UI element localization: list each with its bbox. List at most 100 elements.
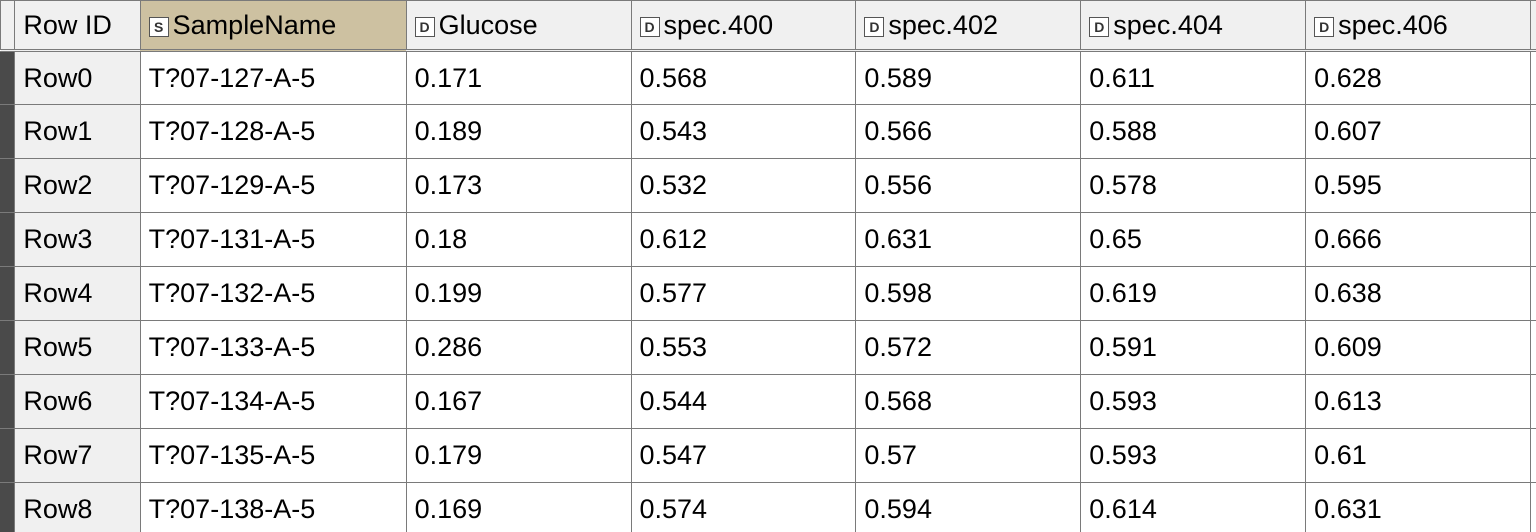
cell-spec400[interactable]: 0.553 — [631, 321, 856, 375]
cell-spec406[interactable]: 0.61 — [1306, 429, 1531, 483]
row-selector[interactable] — [1, 267, 15, 321]
cell-text: 0.588 — [1089, 116, 1157, 146]
cell-next[interactable]: 0 — [1531, 213, 1536, 267]
cell-samplename[interactable]: T?07-131-A-5 — [140, 213, 406, 267]
cell-spec406[interactable]: 0.595 — [1306, 159, 1531, 213]
cell-rowid[interactable]: Row8 — [15, 483, 140, 532]
cell-glucose[interactable]: 0.179 — [406, 429, 631, 483]
cell-glucose[interactable]: 0.189 — [406, 105, 631, 159]
cell-spec402[interactable]: 0.631 — [856, 213, 1081, 267]
cell-samplename[interactable]: T?07-127-A-5 — [140, 51, 406, 105]
column-header-glucose[interactable]: DGlucose — [406, 1, 631, 51]
cell-spec404[interactable]: 0.588 — [1081, 105, 1306, 159]
column-header-spec404[interactable]: Dspec.404 — [1081, 1, 1306, 51]
column-header-spec402[interactable]: Dspec.402 — [856, 1, 1081, 51]
table-row[interactable]: Row5T?07-133-A-50.2860.5530.5720.5910.60… — [1, 321, 1536, 375]
cell-samplename[interactable]: T?07-138-A-5 — [140, 483, 406, 532]
cell-samplename[interactable]: T?07-134-A-5 — [140, 375, 406, 429]
cell-spec402[interactable]: 0.572 — [856, 321, 1081, 375]
cell-glucose[interactable]: 0.18 — [406, 213, 631, 267]
cell-spec404[interactable]: 0.614 — [1081, 483, 1306, 532]
cell-next[interactable]: 0 — [1531, 105, 1536, 159]
cell-next[interactable]: 0 — [1531, 321, 1536, 375]
cell-spec404[interactable]: 0.593 — [1081, 375, 1306, 429]
cell-spec406[interactable]: 0.613 — [1306, 375, 1531, 429]
cell-spec404[interactable]: 0.611 — [1081, 51, 1306, 105]
cell-spec404[interactable]: 0.593 — [1081, 429, 1306, 483]
cell-spec402[interactable]: 0.57 — [856, 429, 1081, 483]
cell-spec406[interactable]: 0.638 — [1306, 267, 1531, 321]
cell-samplename[interactable]: T?07-132-A-5 — [140, 267, 406, 321]
cell-rowid[interactable]: Row7 — [15, 429, 140, 483]
cell-samplename[interactable]: T?07-129-A-5 — [140, 159, 406, 213]
column-header-rowid[interactable]: Row ID — [15, 1, 140, 51]
cell-samplename[interactable]: T?07-128-A-5 — [140, 105, 406, 159]
cell-next[interactable]: 0 — [1531, 159, 1536, 213]
column-header-spec400[interactable]: Dspec.400 — [631, 1, 856, 51]
row-selector[interactable] — [1, 321, 15, 375]
cell-spec402[interactable]: 0.598 — [856, 267, 1081, 321]
cell-rowid[interactable]: Row4 — [15, 267, 140, 321]
cell-spec400[interactable]: 0.532 — [631, 159, 856, 213]
cell-spec402[interactable]: 0.556 — [856, 159, 1081, 213]
cell-spec400[interactable]: 0.577 — [631, 267, 856, 321]
cell-spec402[interactable]: 0.589 — [856, 51, 1081, 105]
row-selector[interactable] — [1, 51, 15, 105]
column-header-spec406[interactable]: Dspec.406 — [1306, 1, 1531, 51]
cell-spec406[interactable]: 0.609 — [1306, 321, 1531, 375]
cell-next[interactable]: 0 — [1531, 429, 1536, 483]
table-row[interactable]: Row3T?07-131-A-50.180.6120.6310.650.6660 — [1, 213, 1536, 267]
row-selector[interactable] — [1, 483, 15, 532]
cell-spec402[interactable]: 0.594 — [856, 483, 1081, 532]
cell-glucose[interactable]: 0.199 — [406, 267, 631, 321]
data-table[interactable]: Row ID SSampleName DGlucose Dspec.400 Ds… — [0, 0, 1536, 532]
cell-spec404[interactable]: 0.578 — [1081, 159, 1306, 213]
table-row[interactable]: Row2T?07-129-A-50.1730.5320.5560.5780.59… — [1, 159, 1536, 213]
cell-spec402[interactable]: 0.566 — [856, 105, 1081, 159]
table-row[interactable]: Row0T?07-127-A-50.1710.5680.5890.6110.62… — [1, 51, 1536, 105]
cell-next[interactable]: 0 — [1531, 483, 1536, 532]
cell-rowid[interactable]: Row3 — [15, 213, 140, 267]
cell-spec400[interactable]: 0.568 — [631, 51, 856, 105]
cell-samplename[interactable]: T?07-133-A-5 — [140, 321, 406, 375]
table-row[interactable]: Row8T?07-138-A-50.1690.5740.5940.6140.63… — [1, 483, 1536, 532]
cell-glucose[interactable]: 0.173 — [406, 159, 631, 213]
cell-spec404[interactable]: 0.591 — [1081, 321, 1306, 375]
cell-spec404[interactable]: 0.619 — [1081, 267, 1306, 321]
row-selector[interactable] — [1, 159, 15, 213]
cell-glucose[interactable]: 0.167 — [406, 375, 631, 429]
cell-glucose[interactable]: 0.171 — [406, 51, 631, 105]
column-header-samplename[interactable]: SSampleName — [140, 1, 406, 51]
cell-spec400[interactable]: 0.612 — [631, 213, 856, 267]
cell-rowid[interactable]: Row0 — [15, 51, 140, 105]
cell-spec402[interactable]: 0.568 — [856, 375, 1081, 429]
cell-rowid[interactable]: Row2 — [15, 159, 140, 213]
cell-rowid[interactable]: Row1 — [15, 105, 140, 159]
table-row[interactable]: Row4T?07-132-A-50.1990.5770.5980.6190.63… — [1, 267, 1536, 321]
cell-samplename[interactable]: T?07-135-A-5 — [140, 429, 406, 483]
cell-spec406[interactable]: 0.631 — [1306, 483, 1531, 532]
cell-rowid[interactable]: Row6 — [15, 375, 140, 429]
row-selector[interactable] — [1, 375, 15, 429]
table-row[interactable]: Row6T?07-134-A-50.1670.5440.5680.5930.61… — [1, 375, 1536, 429]
cell-next[interactable]: 0 — [1531, 375, 1536, 429]
row-selector[interactable] — [1, 105, 15, 159]
cell-spec400[interactable]: 0.547 — [631, 429, 856, 483]
cell-spec406[interactable]: 0.628 — [1306, 51, 1531, 105]
cell-glucose[interactable]: 0.286 — [406, 321, 631, 375]
row-selector[interactable] — [1, 429, 15, 483]
cell-spec406[interactable]: 0.607 — [1306, 105, 1531, 159]
table-row[interactable]: Row7T?07-135-A-50.1790.5470.570.5930.610 — [1, 429, 1536, 483]
cell-spec400[interactable]: 0.544 — [631, 375, 856, 429]
cell-next[interactable]: 0 — [1531, 267, 1536, 321]
cell-next[interactable]: 0 — [1531, 51, 1536, 105]
column-header-next[interactable]: D — [1531, 1, 1536, 51]
cell-spec404[interactable]: 0.65 — [1081, 213, 1306, 267]
cell-rowid[interactable]: Row5 — [15, 321, 140, 375]
cell-spec400[interactable]: 0.543 — [631, 105, 856, 159]
cell-spec400[interactable]: 0.574 — [631, 483, 856, 532]
row-selector[interactable] — [1, 213, 15, 267]
cell-spec406[interactable]: 0.666 — [1306, 213, 1531, 267]
cell-glucose[interactable]: 0.169 — [406, 483, 631, 532]
table-row[interactable]: Row1T?07-128-A-50.1890.5430.566 0.588 0.60… — [1, 105, 1536, 159]
